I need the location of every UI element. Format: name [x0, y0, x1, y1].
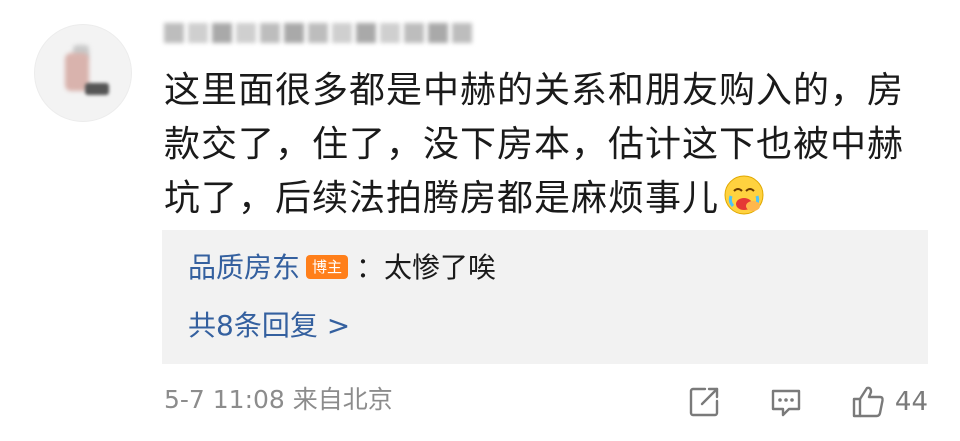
like-count: 44 [894, 387, 928, 417]
reply-username[interactable]: 品质房东 [188, 248, 300, 288]
reply-text: 太惨了唉 [384, 251, 497, 284]
view-all-replies-link[interactable]: 共8条回复 > [188, 306, 350, 346]
reply-box[interactable]: 品质房东 博主 ： 太惨了唉 共8条回复 > [162, 230, 928, 364]
comment-button[interactable] [767, 383, 805, 421]
comment-text: 这里面很多都是中赫的关系和朋友购入的，房款交了，住了，没下房本，估计这下也被中赫… [164, 70, 905, 219]
comment-body: 这里面很多都是中赫的关系和朋友购入的，房款交了，住了，没下房本，估计这下也被中赫… [164, 64, 924, 226]
reply-separator: ： [356, 251, 385, 284]
username-blurred[interactable] [164, 14, 472, 52]
like-button[interactable]: 44 [849, 383, 928, 421]
thumbs-up-icon [852, 386, 884, 418]
reply-item[interactable]: 品质房东 博主 ： 太惨了唉 [188, 248, 496, 288]
avatar[interactable] [34, 24, 132, 122]
share-icon [689, 387, 719, 417]
share-button[interactable] [685, 383, 723, 421]
blogger-badge: 博主 [306, 255, 349, 279]
crying-face-emoji-icon [724, 175, 764, 215]
comment-time: 5-7 11:08 [164, 385, 285, 414]
comment-location: 来自北京 [292, 385, 393, 414]
comment-actions: 44 [641, 380, 928, 424]
comment-meta: 5-7 11:08 来自北京 [164, 380, 393, 420]
comment-icon [771, 389, 801, 417]
